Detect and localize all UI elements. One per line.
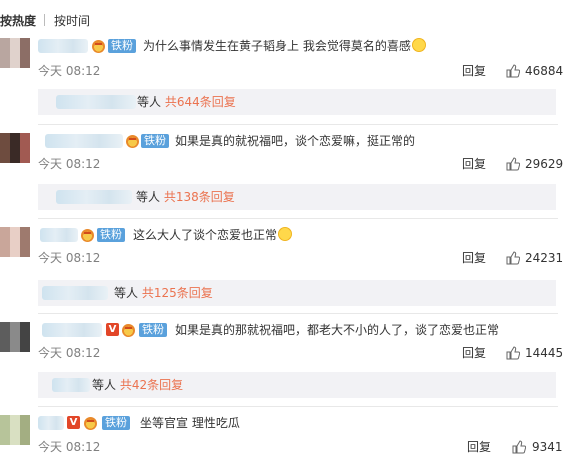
sub-replies-box: 等人 共138条回复: [38, 184, 556, 210]
sub-replies-summary: 等人 共644条回复: [137, 95, 236, 109]
sub-replies-summary: 等人 共138条回复: [136, 190, 235, 204]
comment-text: 如果是真的就祝福吧，谈个恋爱嘛，挺正常的: [175, 134, 416, 148]
sub-replies-box: 等人 共125条回复: [38, 280, 556, 306]
comment-time: 今天 08:12: [38, 440, 101, 454]
laugh-emoji-icon: [411, 38, 426, 52]
sort-divider: [44, 14, 45, 26]
comment-time: 今天 08:12: [38, 157, 101, 171]
fan-badge: 铁粉: [141, 134, 169, 148]
sub-replies-box: 等人 共644条回复: [38, 89, 556, 115]
crown-badge-icon: [122, 324, 135, 337]
reply-button[interactable]: 回复: [462, 345, 486, 361]
comment-time: 今天 08:12: [38, 64, 101, 78]
thumbs-up-icon[interactable]: [506, 251, 520, 265]
sort-by-hot-tab[interactable]: 按热度: [0, 13, 36, 29]
sub-reply-user-blurred[interactable]: [52, 378, 90, 392]
view-replies-link[interactable]: 共125条回复: [142, 286, 213, 300]
like-count[interactable]: 46884: [525, 63, 563, 79]
like-count[interactable]: 9341: [532, 439, 563, 455]
fan-badge: 铁粉: [139, 323, 167, 337]
comment-text: 为什么事情发生在黄子韬身上 我会觉得莫名的喜感: [143, 38, 426, 54]
avatar[interactable]: [0, 227, 30, 257]
verified-v-badge-icon: V: [67, 416, 80, 429]
divider: [38, 124, 558, 125]
avatar[interactable]: [0, 133, 30, 163]
doge-emoji-icon: [278, 227, 293, 241]
comment-text: 这么大人了谈个恋爱也正常: [133, 227, 293, 243]
comment-time: 今天 08:12: [38, 251, 101, 265]
username-blurred[interactable]: [42, 323, 102, 337]
thumbs-up-icon[interactable]: [506, 157, 520, 171]
thumbs-up-icon[interactable]: [506, 64, 520, 78]
username-blurred[interactable]: [38, 39, 88, 53]
avatar[interactable]: [0, 415, 30, 445]
fan-badge: 铁粉: [102, 416, 130, 430]
like-count[interactable]: 24231: [525, 250, 563, 266]
sub-replies-summary: 等人 共125条回复: [114, 286, 213, 300]
thumbs-up-icon[interactable]: [506, 346, 520, 360]
comment-text: 如果是真的那就祝福吧，都老大不小的人了，谈了恋爱也正常: [175, 323, 500, 337]
view-replies-link[interactable]: 共42条回复: [120, 378, 183, 392]
crown-badge-icon: [92, 40, 105, 53]
divider: [38, 313, 558, 314]
fan-badge: 铁粉: [97, 228, 125, 242]
reply-button[interactable]: 回复: [462, 156, 486, 172]
avatar[interactable]: [0, 322, 30, 352]
divider: [38, 218, 558, 219]
comment-time: 今天 08:12: [38, 346, 101, 360]
sort-bar: 按热度 按时间: [0, 0, 578, 30]
reply-button[interactable]: 回复: [462, 250, 486, 266]
thumbs-up-icon[interactable]: [512, 440, 526, 454]
comment-text: 坐等官宣 理性吃瓜: [140, 416, 240, 430]
username-blurred[interactable]: [38, 416, 64, 430]
view-replies-link[interactable]: 共644条回复: [165, 95, 236, 109]
view-replies-link[interactable]: 共138条回复: [164, 190, 235, 204]
sub-reply-user-blurred[interactable]: [56, 190, 132, 204]
crown-badge-icon: [81, 229, 94, 242]
avatar[interactable]: [0, 38, 30, 68]
reply-button[interactable]: 回复: [462, 63, 486, 79]
crown-badge-icon: [126, 135, 139, 148]
username-blurred[interactable]: [40, 228, 78, 242]
like-count[interactable]: 29629: [525, 156, 563, 172]
divider: [38, 406, 558, 407]
username-blurred[interactable]: [45, 134, 123, 148]
reply-button[interactable]: 回复: [467, 439, 491, 455]
sort-by-time-tab[interactable]: 按时间: [54, 13, 90, 29]
sub-replies-summary: 等人 共42条回复: [92, 378, 184, 392]
sub-replies-box: 等人 共42条回复: [38, 372, 556, 398]
crown-badge-icon: [84, 417, 97, 430]
fan-badge: 铁粉: [108, 39, 136, 53]
sub-reply-user-blurred[interactable]: [56, 95, 136, 109]
verified-v-badge-icon: V: [106, 323, 119, 336]
sub-reply-user-blurred[interactable]: [42, 286, 108, 300]
like-count[interactable]: 14445: [525, 345, 563, 361]
